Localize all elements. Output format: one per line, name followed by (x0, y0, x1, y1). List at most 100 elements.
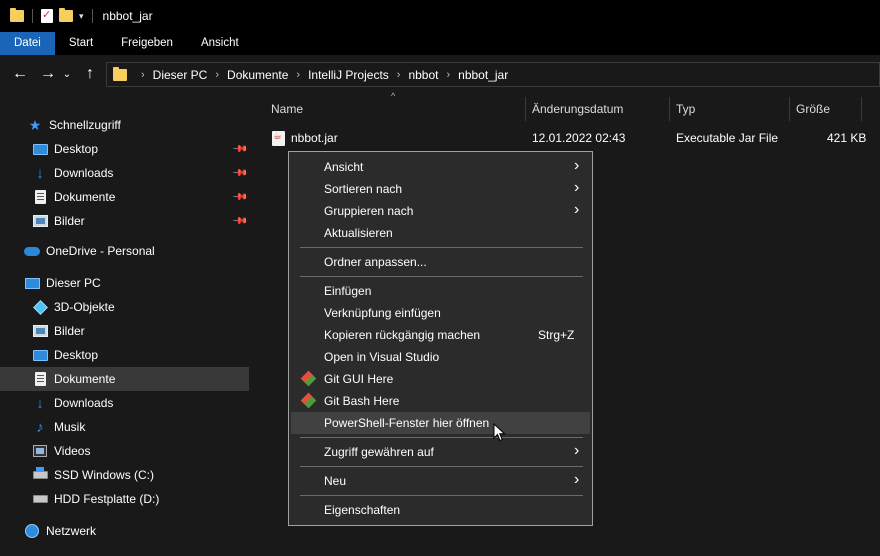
back-arrow-icon[interactable]: ← (8, 62, 32, 86)
breadcrumb-chevron-icon[interactable]: › (141, 69, 145, 81)
sidebar-item-3d-objekte[interactable]: 3D-Objekte (0, 295, 249, 319)
up-arrow-icon[interactable]: ↑ (78, 62, 102, 86)
sidebar-item-dokumente-quick[interactable]: Dokumente 📌 (0, 185, 249, 209)
sidebar-item-bilder[interactable]: Bilder (0, 319, 249, 343)
sidebar-item-label: OneDrive - Personal (46, 244, 155, 258)
file-type: Executable Jar File (676, 131, 779, 145)
git-icon (300, 370, 317, 387)
desktop-icon (32, 347, 48, 363)
sidebar-item-desktop-quick[interactable]: Desktop 📌 (0, 137, 249, 161)
cube-icon (32, 299, 48, 315)
submenu-arrow-icon: › (574, 179, 580, 196)
column-divider[interactable] (525, 97, 526, 121)
pin-icon[interactable]: 📌 (232, 189, 249, 206)
sidebar-item-downloads-quick[interactable]: ↓ Downloads 📌 (0, 161, 249, 185)
menu-item-label: Git GUI Here (324, 372, 394, 386)
new-folder-icon[interactable] (59, 8, 73, 22)
mouse-cursor-icon (493, 423, 506, 442)
menu-item-label: Ansicht (324, 160, 364, 174)
address-bar[interactable]: › Dieser PC › Dokumente › IntelliJ Proje… (106, 62, 880, 87)
recent-locations-chevron-icon[interactable]: ⌄ (60, 62, 74, 86)
video-icon (32, 443, 48, 459)
menu-item-git-gui[interactable]: Git GUI Here (291, 368, 590, 390)
download-icon: ↓ (36, 394, 44, 412)
breadcrumb-intellij-projects[interactable]: IntelliJ Projects (308, 68, 389, 82)
menu-item-label: Kopieren rückgängig machen (324, 328, 481, 342)
menu-item-ordner-anpassen[interactable]: Ordner anpassen... (291, 251, 590, 273)
toolbar-divider (91, 9, 93, 23)
menu-item-label: Ordner anpassen... (324, 255, 427, 269)
submenu-arrow-icon: › (574, 471, 580, 488)
sidebar-item-label: Downloads (54, 166, 114, 180)
file-row[interactable]: nbbot.jar 12.01.2022 02:43 Executable Ja… (251, 127, 880, 149)
menu-item-open-visual-studio[interactable]: Open in Visual Studio (291, 346, 590, 368)
sidebar-item-downloads[interactable]: ↓ Downloads (0, 391, 249, 415)
menu-item-zugriff-gewaehren[interactable]: Zugriff gewähren auf › (291, 441, 590, 463)
sidebar-item-label: Musik (54, 420, 86, 434)
menu-item-eigenschaften[interactable]: Eigenschaften (291, 499, 590, 521)
sidebar-item-ssd-windows[interactable]: SSD Windows (C:) (0, 463, 249, 487)
menu-item-label: Einfügen (324, 284, 372, 298)
navigation-pane: ★ Schnellzugriff Desktop 📌 ↓ Downloads 📌… (0, 93, 250, 556)
sidebar-item-label: Bilder (54, 324, 85, 338)
sidebar-item-desktop[interactable]: Desktop (0, 343, 249, 367)
folder-icon[interactable] (10, 8, 24, 22)
menu-item-shortcut: Strg+Z (538, 328, 575, 342)
menu-item-powershell[interactable]: PowerShell-Fenster hier öffnen (291, 412, 590, 434)
menu-item-verknuepfung-einfuegen[interactable]: Verknüpfung einfügen (291, 302, 590, 324)
breadcrumb-dokumente[interactable]: Dokumente (227, 68, 288, 82)
column-divider[interactable] (789, 97, 790, 121)
address-folder-icon (113, 66, 127, 81)
pin-icon[interactable]: 📌 (232, 213, 249, 230)
breadcrumb-chevron-icon[interactable]: › (296, 69, 300, 81)
breadcrumb-nbbot[interactable]: nbbot (408, 68, 438, 82)
column-header-date[interactable]: Änderungsdatum (532, 97, 623, 121)
customize-toolbar-dropdown-icon[interactable]: ▾ (79, 11, 84, 22)
menu-item-sortieren-nach[interactable]: Sortieren nach › (291, 178, 590, 200)
breadcrumb-chevron-icon[interactable]: › (397, 69, 401, 81)
sidebar-item-dieser-pc[interactable]: Dieser PC (0, 271, 249, 295)
menu-item-ansicht[interactable]: Ansicht › (291, 156, 590, 178)
tab-ansicht[interactable]: Ansicht (187, 32, 253, 55)
sidebar-item-label: SSD Windows (C:) (54, 468, 155, 482)
sidebar-item-netzwerk[interactable]: Netzwerk (0, 519, 249, 543)
music-icon: ♪ (36, 418, 44, 436)
sidebar-item-hdd-festplatte[interactable]: HDD Festplatte (D:) (0, 487, 249, 511)
sidebar-item-onedrive[interactable]: OneDrive - Personal (0, 239, 249, 263)
toolbar-divider (32, 9, 33, 23)
menu-item-neu[interactable]: Neu › (291, 470, 590, 492)
pin-icon[interactable]: 📌 (232, 141, 249, 158)
column-divider[interactable] (669, 97, 670, 121)
column-header-type[interactable]: Typ (676, 97, 695, 121)
breadcrumb-chevron-icon[interactable]: › (446, 69, 450, 81)
breadcrumb-chevron-icon[interactable]: › (215, 69, 219, 81)
properties-icon[interactable] (41, 8, 53, 23)
tab-datei[interactable]: Datei (0, 32, 55, 55)
menu-item-gruppieren-nach[interactable]: Gruppieren nach › (291, 200, 590, 222)
breadcrumb-dieser-pc[interactable]: Dieser PC (153, 68, 208, 82)
sidebar-item-dokumente[interactable]: Dokumente (0, 367, 249, 391)
menu-item-einfuegen[interactable]: Einfügen (291, 280, 590, 302)
submenu-arrow-icon: › (574, 201, 580, 218)
sidebar-item-schnellzugriff[interactable]: ★ Schnellzugriff (0, 113, 249, 137)
menu-item-label: Aktualisieren (324, 226, 393, 240)
breadcrumb-nbbot-jar[interactable]: nbbot_jar (458, 68, 508, 82)
column-divider[interactable] (861, 97, 862, 121)
menu-item-label: Verknüpfung einfügen (324, 306, 441, 320)
menu-item-git-bash[interactable]: Git Bash Here (291, 390, 590, 412)
window-title: nbbot_jar (102, 9, 153, 23)
column-header-size[interactable]: Größe (796, 97, 830, 121)
pin-icon[interactable]: 📌 (232, 165, 249, 182)
sidebar-item-videos[interactable]: Videos (0, 439, 249, 463)
tab-start[interactable]: Start (55, 32, 107, 55)
tab-freigeben[interactable]: Freigeben (107, 32, 187, 55)
download-icon: ↓ (36, 164, 44, 182)
jar-file-icon (272, 131, 285, 146)
sidebar-item-musik[interactable]: ♪ Musik (0, 415, 249, 439)
column-header-name[interactable]: Name (271, 97, 303, 121)
menu-item-label: Gruppieren nach (324, 204, 414, 218)
menu-item-aktualisieren[interactable]: Aktualisieren (291, 222, 590, 244)
menu-item-kopieren-rueckgaengig[interactable]: Kopieren rückgängig machen Strg+Z (291, 324, 590, 346)
sidebar-item-bilder-quick[interactable]: Bilder 📌 (0, 209, 249, 233)
forward-arrow-icon[interactable]: → (36, 62, 60, 86)
